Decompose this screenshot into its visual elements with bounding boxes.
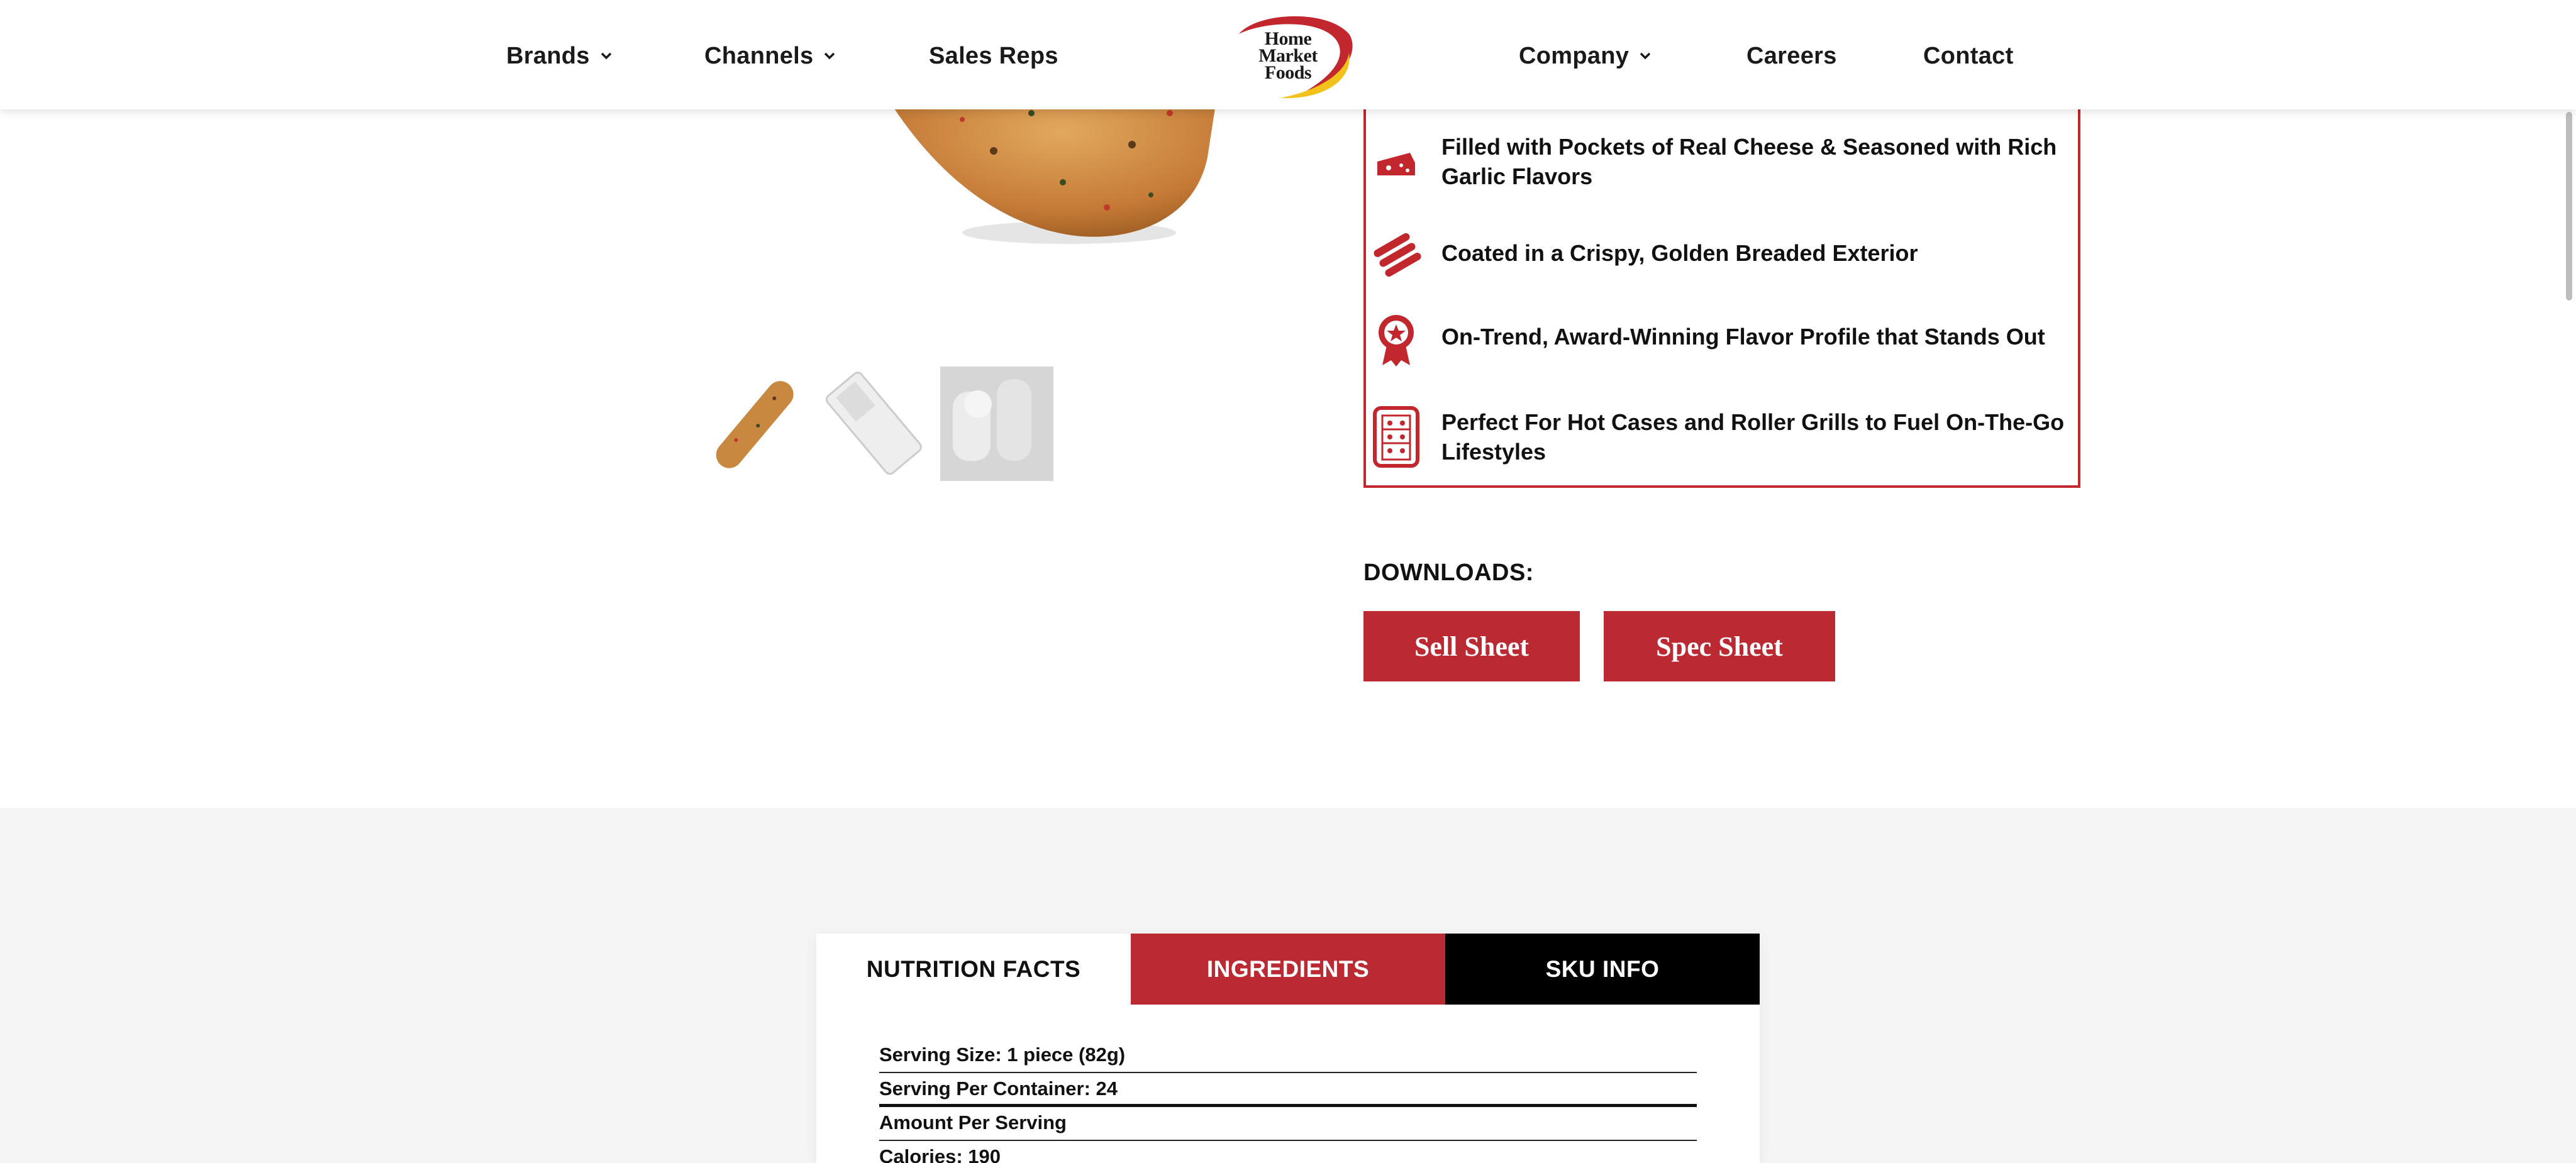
servings-per-container: Serving Per Container: 24 [879,1073,1697,1107]
sell-sheet-button[interactable]: Sell Sheet [1363,611,1580,681]
chevron-down-icon [1640,52,1651,60]
nav-company-label: Company [1519,42,1629,69]
feature-item: Coated in a Crispy, Golden Breaded Exter… [1366,221,2080,284]
nav-brands-label: Brands [506,42,590,69]
chevron-down-icon [824,52,835,60]
hot-case-icon [1373,406,1419,468]
product-thumbnail-1[interactable] [698,367,811,481]
calories: Calories: 190 [879,1145,1001,1163]
feature-item: Perfect For Hot Cases and Roller Grills … [1366,405,2080,468]
product-thumbnail-3[interactable] [940,367,1053,481]
nav-careers[interactable]: Careers [1746,39,1837,73]
site-header: Brands Channels Sales Reps Home Market F… [0,0,2576,109]
nav-contact-label: Contact [1923,42,2014,69]
feature-text: Coated in a Crispy, Golden Breaded Exter… [1441,240,1918,266]
product-features-box: Filled with Pockets of Real Cheese & Sea… [1363,94,2080,488]
feature-item: Filled with Pockets of Real Cheese & Sea… [1366,130,2080,193]
product-thumbnail-2[interactable] [818,367,931,481]
tab-ingredients[interactable]: INGREDIENTS [1131,934,1445,1005]
nav-sales-reps[interactable]: Sales Reps [929,39,1058,73]
page-scrollbar[interactable] [2566,112,2572,300]
home-market-foods-logo[interactable]: Home Market Foods [1220,9,1358,102]
nav-brands[interactable]: Brands [506,39,614,73]
cheese-icon [1377,153,1415,175]
logo-wordmark: Home Market Foods [1258,28,1318,83]
feature-item: On-Trend, Award-Winning Flavor Profile t… [1366,305,2080,368]
nav-company[interactable]: Company [1519,39,1653,73]
tab-nutrition-facts[interactable]: NUTRITION FACTS [816,934,1131,1005]
product-info-tabs: NUTRITION FACTS INGREDIENTS SKU INFO Ser… [816,934,1760,1163]
amount-per-serving: Amount Per Serving [879,1107,1697,1141]
feature-text: Perfect For Hot Cases and Roller Grills … [1441,409,2065,465]
tab-sku-info[interactable]: SKU INFO [1445,934,1760,1005]
chevron-down-icon [601,52,611,60]
nav-channels-label: Channels [704,42,814,69]
serving-size: Serving Size: 1 piece (82g) [879,1039,1697,1073]
nav-channels[interactable]: Channels [704,39,837,73]
award-ribbon-icon [1379,315,1414,367]
nutrition-facts-panel: Serving Size: 1 piece (82g) Serving Per … [879,1039,1697,1163]
spec-sheet-button[interactable]: Spec Sheet [1604,611,1835,681]
downloads-heading: DOWNLOADS: [1363,559,1534,586]
nav-contact[interactable]: Contact [1923,39,2014,73]
nav-sales-reps-label: Sales Reps [929,42,1058,69]
breadsticks-icon [1374,233,1421,277]
feature-text: On-Trend, Award-Winning Flavor Profile t… [1441,323,2045,350]
nav-careers-label: Careers [1746,42,1837,69]
feature-text: Filled with Pockets of Real Cheese & Sea… [1441,134,2057,189]
